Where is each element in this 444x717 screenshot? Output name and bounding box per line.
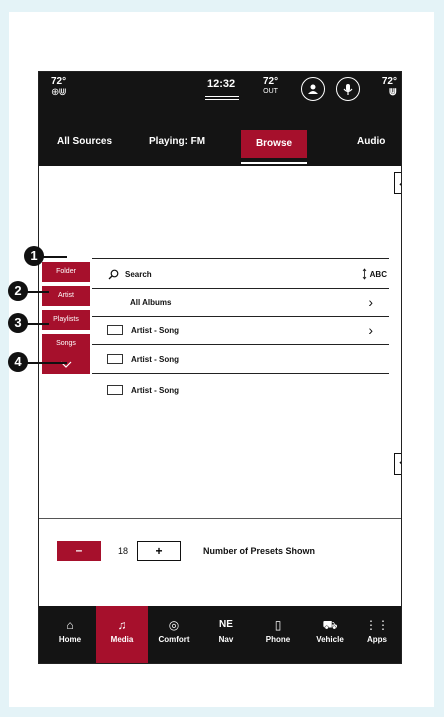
music-note-icon: ♫ (117, 618, 127, 632)
presets-label: Number of Presets Shown (203, 546, 316, 556)
list-item-label: Artist - Song (131, 385, 179, 395)
clock-divider (205, 99, 239, 100)
divider (92, 258, 389, 259)
presets-panel: – 18 + Number of Presets Shown (39, 518, 401, 606)
callout-leader (27, 291, 49, 293)
source-tabs: All Sources Playing: FM Browse Audio (39, 108, 401, 166)
search-icon (108, 269, 119, 280)
nav-apps[interactable]: ⋮⋮ Apps (351, 606, 401, 663)
status-bar: 72° ⊕⋓ 12:32 72° OUT 72° ⋓ (39, 72, 401, 108)
nav-label: Apps (367, 635, 387, 644)
list-item[interactable]: Artist - Song (92, 345, 389, 373)
tab-browse-underline (241, 162, 307, 164)
nav-phone[interactable]: ▯ Phone (252, 606, 304, 663)
scroll-up-button[interactable] (394, 172, 401, 194)
chevron-right-icon: › (368, 294, 373, 310)
vehicle-icon: ⛟ (322, 618, 338, 632)
category-folder-button[interactable]: Folder (42, 262, 90, 282)
sort-arrows-icon (362, 268, 366, 280)
compass-icon: NE (219, 619, 233, 630)
microphone-icon[interactable] (336, 77, 360, 101)
presets-decrease-button[interactable]: – (57, 541, 101, 561)
passenger-climate[interactable]: 72° ⋓ (382, 76, 397, 98)
callout-2: 2 (8, 281, 28, 301)
category-more-button[interactable] (42, 354, 90, 374)
outside-temp-value: 72° (263, 76, 279, 87)
passenger-temp: 72° (381, 76, 397, 87)
search-label: Search (125, 269, 152, 279)
callout-leader (27, 362, 67, 364)
passenger-seat-icon: ⋓ (388, 87, 397, 98)
browse-panel: Search ABC All Albums › Artist - Song › … (39, 166, 401, 518)
nav-nav[interactable]: NE Nav (200, 606, 252, 663)
clock-divider (205, 96, 239, 97)
abc-label: ABC (369, 269, 387, 279)
clock: 12:32 (207, 78, 236, 90)
callout-4: 4 (8, 352, 28, 372)
abc-jump-button[interactable]: ABC (362, 268, 387, 280)
list-item-label: Artist - Song (131, 354, 179, 364)
nav-label: Media (110, 635, 134, 644)
tab-all-sources[interactable]: All Sources (57, 136, 112, 147)
driver-temp: 72° (51, 76, 67, 87)
presets-count: 18 (118, 546, 129, 556)
list-item[interactable]: Artist - Song › (92, 316, 389, 344)
tab-playing-fm[interactable]: Playing: FM (149, 136, 205, 147)
folder-icon (107, 385, 123, 395)
nav-label: Vehicle (316, 635, 344, 644)
presets-increase-button[interactable]: + (137, 541, 181, 561)
category-playlists-button[interactable]: Playlists (42, 310, 90, 330)
profile-icon[interactable] (301, 77, 325, 101)
list-item[interactable]: Artist - Song (92, 376, 389, 404)
driver-climate[interactable]: 72° ⊕⋓ (51, 76, 67, 98)
search-row[interactable]: Search ABC (92, 260, 389, 288)
nav-home[interactable]: ⌂ Home (44, 606, 96, 663)
folder-icon (107, 325, 123, 335)
heated-seat-icon: ⊕⋓ (51, 87, 67, 98)
nav-label: Nav (218, 635, 234, 644)
chevron-up-icon (399, 182, 401, 186)
category-artist-button[interactable]: Artist (42, 286, 90, 306)
nav-label: Home (58, 635, 82, 644)
apps-grid-icon: ⋮⋮ (365, 618, 389, 632)
nav-vehicle[interactable]: ⛟ Vehicle (304, 606, 356, 663)
list-item-label: All Albums (130, 297, 172, 307)
callout-1: 1 (24, 246, 44, 266)
nav-media[interactable]: ♫ Media (96, 606, 148, 663)
chevron-right-icon: › (368, 322, 373, 338)
home-icon: ⌂ (66, 618, 74, 632)
category-songs-button[interactable]: Songs (42, 334, 90, 354)
callout-leader (27, 323, 49, 325)
phone-icon: ▯ (274, 618, 282, 632)
infotainment-screen: 72° ⊕⋓ 12:32 72° OUT 72° ⋓ All Sources P… (38, 71, 402, 664)
tab-audio[interactable]: Audio (357, 136, 385, 147)
nav-comfort[interactable]: ◎ Comfort (148, 606, 200, 663)
nav-label: Phone (265, 635, 291, 644)
bottom-nav: ⌂ Home ♫ Media ◎ Comfort NE Nav ▯ Phone … (39, 606, 401, 663)
callout-leader (43, 256, 67, 258)
folder-icon (107, 354, 123, 364)
comfort-icon: ◎ (168, 618, 180, 632)
chevron-down-icon (399, 461, 401, 465)
callout-3: 3 (8, 313, 28, 333)
list-item-all-albums[interactable]: All Albums › (92, 288, 389, 316)
scroll-down-button[interactable] (394, 453, 401, 475)
list-item-label: Artist - Song (131, 325, 179, 335)
tab-browse[interactable]: Browse (241, 130, 307, 158)
outside-temp-label: OUT (263, 88, 278, 95)
divider (92, 373, 389, 374)
outside-temp: 72° OUT (263, 77, 278, 97)
nav-label: Comfort (158, 635, 190, 644)
